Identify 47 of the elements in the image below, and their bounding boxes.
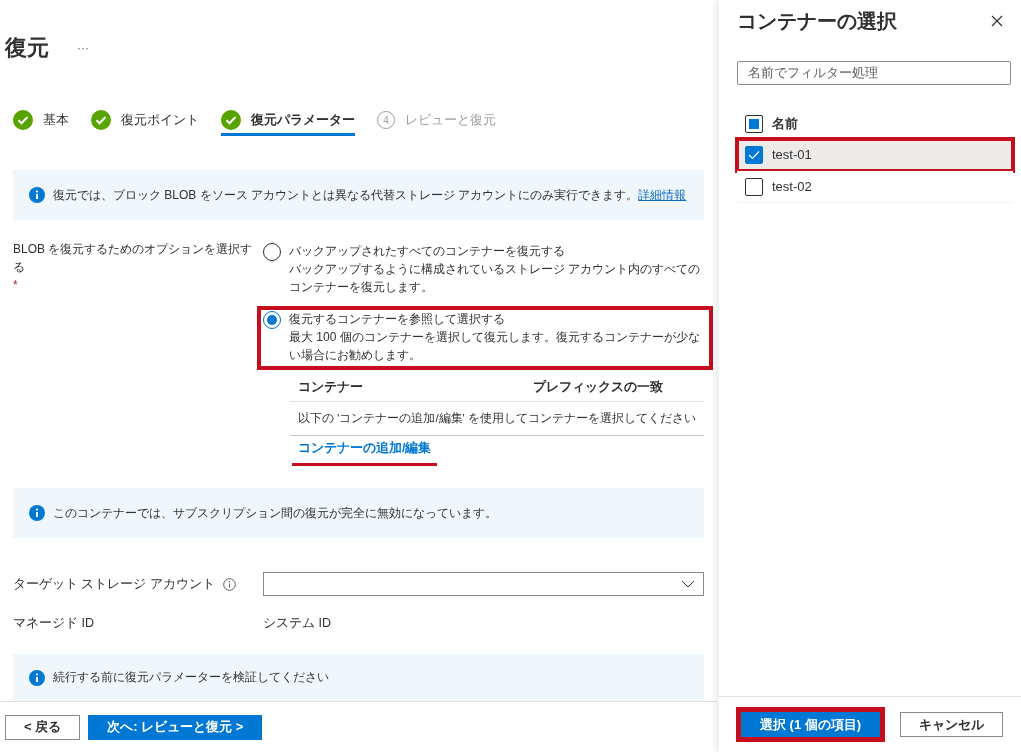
option-title: 復元するコンテナーを参照して選択する [289, 311, 506, 328]
field-label: BLOB を復元するためのオプションを選択する [13, 241, 254, 276]
option-description: バックアップするように構成されているストレージ アカウント内のすべてのコンテナーを復元します。 [289, 261, 702, 296]
info-icon [29, 187, 45, 203]
more-button[interactable]: ··· [77, 41, 89, 55]
row-checkbox[interactable] [745, 145, 763, 164]
chevron-down-icon [681, 580, 695, 588]
column-header: コンテナー [298, 379, 364, 396]
check-circle-icon [13, 110, 33, 130]
info-icon[interactable] [222, 577, 236, 591]
option-title: バックアップされたすべてのコンテナーを復元する [289, 243, 566, 260]
column-header: プレフィックスの一致 [533, 379, 664, 396]
row-checkbox[interactable] [745, 177, 763, 196]
field-value: システム ID [263, 614, 331, 632]
empty-table-message: 以下の 'コンテナーの追加/編集' を使用してコンテナーを選択してください [290, 402, 704, 436]
close-icon [991, 15, 1003, 27]
info-text: 復元では、ブロック BLOB をソース アカウントとは異なる代替ストレージ アカウントにのみ実行できます。詳細情報 [53, 186, 687, 204]
check-circle-icon [91, 110, 111, 130]
info-text: このコンテナーでは、サブスクリプション間の復元が完全に無効になっています。 [53, 504, 497, 522]
column-header: 名前 [772, 115, 798, 133]
info-icon [29, 669, 45, 686]
select-all-checkbox[interactable] [745, 115, 763, 133]
learn-more-link[interactable]: 詳細情報 [638, 187, 687, 202]
info-icon [29, 505, 45, 521]
add-edit-containers-link[interactable]: コンテナーの追加/編集 [292, 440, 438, 466]
cancel-button[interactable]: キャンセル [900, 712, 1004, 737]
wizard-step-tab[interactable]: 復元ポイント [91, 104, 199, 136]
wizard-step-tab[interactable]: 復元パラメーター [221, 104, 355, 136]
storage-account-dropdown[interactable] [263, 572, 704, 596]
radio-option[interactable]: 復元するコンテナーを参照して選択する 最大 100 個のコンテナーを選択して復元します。復元するコンテナーが少ない場合にお勧めします。 [259, 308, 711, 368]
panel-title: コンテナーの選択 [737, 8, 897, 34]
field-label: ターゲット ストレージ アカウント [13, 575, 215, 593]
check-circle-icon [221, 110, 241, 130]
required-asterisk: * [13, 277, 19, 294]
info-text: 続行する前に復元パラメーターを検証してください [53, 669, 329, 686]
container-name: test-01 [772, 147, 812, 162]
page-title: 復元 [5, 34, 49, 62]
back-button[interactable]: < 戻る [5, 714, 81, 740]
container-row[interactable]: test-01 [737, 139, 1013, 171]
checkmark-icon [748, 149, 760, 160]
next-button[interactable]: 次へ: レビューと復元 > [88, 714, 263, 740]
wizard-step-tab[interactable]: 基本 [13, 104, 69, 136]
filter-input[interactable]: 名前でフィルター処理 [737, 61, 1011, 85]
field-label: マネージド ID [13, 614, 94, 632]
radio-option[interactable]: バックアップされたすべてのコンテナーを復元する バックアップするように構成されているストレージ アカウント内のすべてのコンテナーを復元します。 [259, 240, 711, 300]
container-name: test-02 [772, 179, 812, 194]
option-description: 最大 100 個のコンテナーを選択して復元します。復元するコンテナーが少ない場合にお勧めします。 [289, 329, 701, 364]
